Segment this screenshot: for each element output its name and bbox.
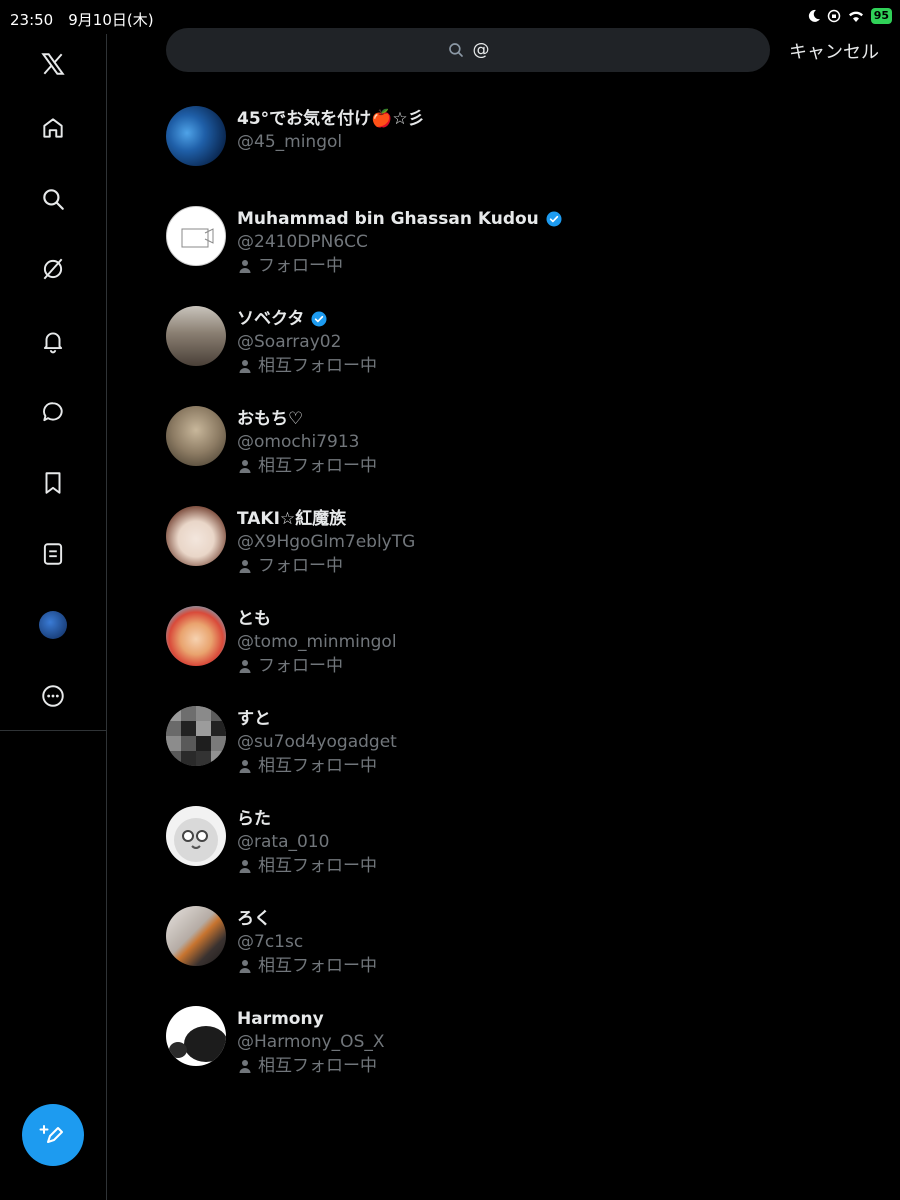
messages-icon[interactable]: [33, 392, 73, 432]
search-query: @: [472, 40, 490, 60]
list-item[interactable]: 45°でお気を付け🍎☆彡 @45_mingol: [166, 106, 886, 206]
search-input[interactable]: @: [166, 28, 770, 72]
avatar: [166, 506, 226, 566]
list-item[interactable]: ソベクタ @Soarray02 相互フォロー中: [166, 306, 886, 406]
user-handle: @omochi7913: [237, 432, 360, 452]
grok-icon[interactable]: [33, 249, 73, 289]
follow-status: 相互フォロー中: [258, 356, 377, 376]
verified-badge-icon: [311, 311, 327, 327]
battery-indicator: 95: [870, 8, 892, 24]
list-item[interactable]: らた @rata_010 相互フォロー中: [166, 806, 886, 906]
lists-icon[interactable]: [33, 534, 73, 574]
follow-status: フォロー中: [258, 656, 343, 676]
list-item[interactable]: Muhammad bin Ghassan Kudou @2410DPN6CC フ…: [166, 206, 886, 306]
list-item[interactable]: ろく @7c1sc 相互フォロー中: [166, 906, 886, 1006]
avatar: [166, 206, 226, 266]
follow-status: 相互フォロー中: [258, 756, 377, 776]
moon-icon: [808, 9, 820, 22]
compose-icon: [39, 1125, 63, 1143]
user-handle: @su7od4yogadget: [237, 732, 397, 752]
display-name: Harmony: [237, 1009, 324, 1029]
notifications-icon[interactable]: [33, 321, 73, 361]
more-icon[interactable]: [33, 676, 73, 716]
avatar: [166, 1006, 226, 1066]
person-icon: [239, 660, 251, 673]
follow-status: 相互フォロー中: [258, 456, 377, 476]
x-logo-icon[interactable]: [33, 44, 73, 84]
search-icon[interactable]: [33, 179, 73, 219]
follow-status: フォロー中: [258, 556, 343, 576]
person-icon: [239, 260, 251, 273]
follow-status: 相互フォロー中: [258, 956, 377, 976]
bookmarks-icon[interactable]: [33, 463, 73, 503]
avatar: [166, 906, 226, 966]
person-icon: [239, 1060, 251, 1073]
user-handle: @2410DPN6CC: [237, 232, 368, 252]
verified-badge-icon: [546, 211, 562, 227]
avatar: [166, 106, 226, 166]
list-item[interactable]: Harmony @Harmony_OS_X 相互フォロー中: [166, 1006, 886, 1106]
display-name: らた: [237, 809, 271, 829]
avatar: [166, 706, 226, 766]
list-item[interactable]: おもち♡ @omochi7913 相互フォロー中: [166, 406, 886, 506]
user-handle: @X9HgoGlm7eblyTG: [237, 532, 416, 552]
display-name: ろく: [237, 909, 271, 929]
user-handle: @45_mingol: [237, 132, 343, 152]
person-icon: [239, 760, 251, 773]
status-icons: 95: [807, 8, 892, 24]
display-name: TAKI☆紅魔族: [237, 509, 347, 529]
search-results: 45°でお気を付け🍎☆彡 @45_mingol Muhammad bin Gha…: [166, 106, 886, 1106]
sidebar-divider: [0, 730, 106, 731]
display-name: Muhammad bin Ghassan Kudou: [237, 209, 539, 229]
user-handle: @tomo_minmingol: [237, 632, 397, 652]
person-icon: [239, 860, 251, 873]
list-item[interactable]: とも @tomo_minmingol フォロー中: [166, 606, 886, 706]
home-icon[interactable]: [33, 108, 73, 148]
display-name: とも: [237, 609, 271, 629]
person-icon: [239, 460, 251, 473]
avatar: [166, 406, 226, 466]
user-handle: @7c1sc: [237, 932, 304, 952]
list-item[interactable]: TAKI☆紅魔族 @X9HgoGlm7eblyTG フォロー中: [166, 506, 886, 606]
user-handle: @rata_010: [237, 832, 330, 852]
status-time: 23:50 9月10日(木): [10, 11, 154, 29]
orientation-lock-icon: [827, 9, 840, 23]
profile-avatar[interactable]: [33, 605, 73, 645]
list-item[interactable]: すと @su7od4yogadget 相互フォロー中: [166, 706, 886, 806]
follow-status: 相互フォロー中: [258, 1056, 377, 1076]
follow-status: 相互フォロー中: [258, 856, 377, 876]
follow-status: フォロー中: [258, 256, 343, 276]
avatar: [39, 611, 67, 639]
avatar: [166, 606, 226, 666]
avatar: [166, 306, 226, 366]
compose-button[interactable]: [22, 1104, 84, 1166]
wifi-icon: [848, 11, 863, 22]
display-name: ソベクタ: [237, 309, 305, 329]
display-name: すと: [237, 709, 271, 729]
user-handle: @Soarray02: [237, 332, 342, 352]
user-handle: @Harmony_OS_X: [237, 1032, 385, 1052]
display-name: おもち♡: [237, 409, 304, 429]
person-icon: [239, 960, 251, 973]
sidebar: [0, 34, 107, 1200]
search-icon: [448, 43, 463, 57]
person-icon: [239, 360, 251, 373]
person-icon: [239, 560, 251, 573]
cancel-button[interactable]: キャンセル: [789, 38, 879, 64]
display-name: 45°でお気を付け🍎☆彡: [237, 109, 425, 129]
avatar: [166, 806, 226, 866]
